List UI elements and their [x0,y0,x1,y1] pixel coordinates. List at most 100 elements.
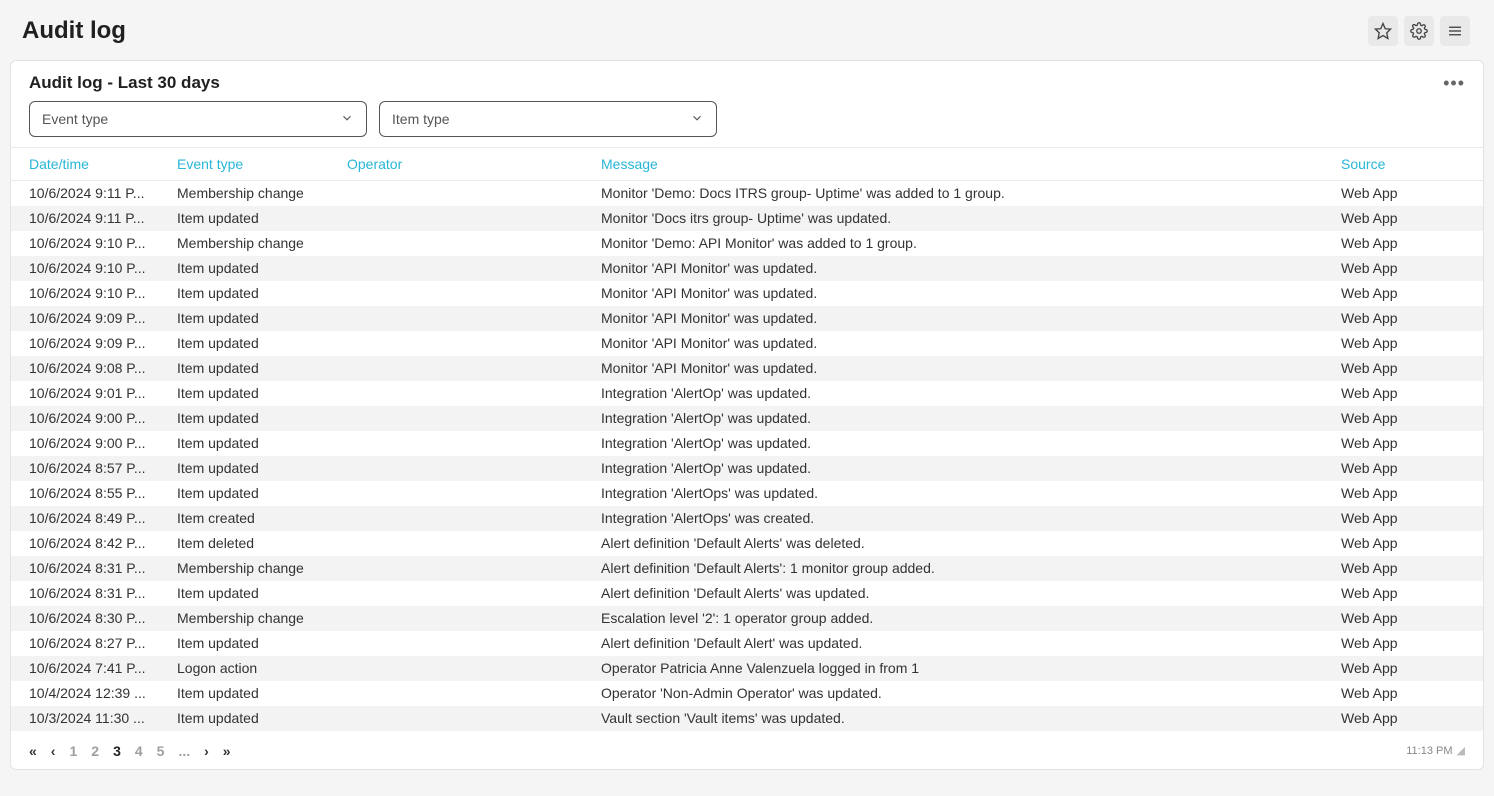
cell-message: Escalation level '2': 1 operator group a… [583,606,1323,631]
event-type-filter[interactable]: Event type [29,101,367,137]
cell-event: Item updated [159,456,329,481]
cell-datetime: 10/6/2024 8:57 P... [11,456,159,481]
table-row[interactable]: 10/6/2024 8:31 P...Item updatedAlert def… [11,581,1483,606]
table-row[interactable]: 10/6/2024 9:08 P...Item updatedMonitor '… [11,356,1483,381]
cell-datetime: 10/6/2024 8:42 P... [11,531,159,556]
cell-message: Vault section 'Vault items' was updated. [583,706,1323,731]
cell-source: Web App [1323,506,1483,531]
page-first[interactable]: « [29,743,37,759]
table-row[interactable]: 10/6/2024 7:41 P...Logon actionOperator … [11,656,1483,681]
item-type-filter[interactable]: Item type [379,101,717,137]
cell-source: Web App [1323,531,1483,556]
cell-datetime: 10/6/2024 8:49 P... [11,506,159,531]
table-row[interactable]: 10/6/2024 8:42 P...Item deletedAlert def… [11,531,1483,556]
cell-datetime: 10/6/2024 9:00 P... [11,431,159,456]
cell-source: Web App [1323,606,1483,631]
page-2[interactable]: 2 [91,743,99,759]
cell-message: Monitor 'Demo: Docs ITRS group- Uptime' … [583,181,1323,206]
cell-message: Alert definition 'Default Alert' was upd… [583,631,1323,656]
cell-operator [329,456,583,481]
settings-button[interactable] [1404,16,1434,46]
cell-event: Item updated [159,581,329,606]
cell-datetime: 10/6/2024 8:27 P... [11,631,159,656]
column-header-operator[interactable]: Operator [329,148,583,181]
cell-message: Operator 'Non-Admin Operator' was update… [583,681,1323,706]
cell-event: Item updated [159,631,329,656]
cell-operator [329,706,583,731]
table-row[interactable]: 10/3/2024 11:30 ...Item updatedVault sec… [11,706,1483,731]
cell-message: Monitor 'API Monitor' was updated. [583,331,1323,356]
cell-source: Web App [1323,406,1483,431]
cell-event: Item deleted [159,531,329,556]
page-next[interactable]: › [204,743,209,759]
table-row[interactable]: 10/6/2024 8:30 P...Membership changeEsca… [11,606,1483,631]
table-row[interactable]: 10/6/2024 9:10 P...Item updatedMonitor '… [11,281,1483,306]
table-row[interactable]: 10/6/2024 9:00 P...Item updatedIntegrati… [11,431,1483,456]
table-row[interactable]: 10/6/2024 9:01 P...Item updatedIntegrati… [11,381,1483,406]
cell-message: Integration 'AlertOp' was updated. [583,381,1323,406]
page-last[interactable]: » [223,743,231,759]
page-1[interactable]: 1 [69,743,77,759]
pagination: « ‹ 12345... › » [29,743,231,759]
cell-operator [329,231,583,256]
top-actions [1368,16,1470,46]
column-header-source[interactable]: Source [1323,148,1483,181]
table-row[interactable]: 10/6/2024 8:49 P...Item createdIntegrati… [11,506,1483,531]
cell-event: Item updated [159,406,329,431]
table-row[interactable]: 10/6/2024 8:31 P...Membership changeAler… [11,556,1483,581]
table-row[interactable]: 10/6/2024 9:11 P...Membership changeMoni… [11,181,1483,206]
cell-source: Web App [1323,456,1483,481]
chevron-down-icon [690,111,704,128]
cell-operator [329,206,583,231]
cell-source: Web App [1323,706,1483,731]
page-5[interactable]: 5 [157,743,165,759]
cell-datetime: 10/4/2024 12:39 ... [11,681,159,706]
cell-operator [329,256,583,281]
panel-menu-button[interactable]: ••• [1443,74,1465,92]
favorite-button[interactable] [1368,16,1398,46]
cell-source: Web App [1323,231,1483,256]
cell-operator [329,481,583,506]
column-header-datetime[interactable]: Date/time [11,148,159,181]
cell-datetime: 10/6/2024 9:08 P... [11,356,159,381]
page-prev[interactable]: ‹ [51,743,56,759]
table-row[interactable]: 10/6/2024 8:55 P...Item updatedIntegrati… [11,481,1483,506]
table-row[interactable]: 10/4/2024 12:39 ...Item updatedOperator … [11,681,1483,706]
cell-datetime: 10/6/2024 9:11 P... [11,206,159,231]
cell-source: Web App [1323,431,1483,456]
cell-source: Web App [1323,681,1483,706]
cell-event: Item updated [159,281,329,306]
table-row[interactable]: 10/6/2024 9:11 P...Item updatedMonitor '… [11,206,1483,231]
resize-handle-icon[interactable]: ◢ [1453,744,1465,757]
table-row[interactable]: 10/6/2024 9:10 P...Membership changeMoni… [11,231,1483,256]
cell-source: Web App [1323,381,1483,406]
table-row[interactable]: 10/6/2024 9:10 P...Item updatedMonitor '… [11,256,1483,281]
table-row[interactable]: 10/6/2024 9:09 P...Item updatedMonitor '… [11,331,1483,356]
table-row[interactable]: 10/6/2024 8:27 P...Item updated Alert def… [11,631,1483,656]
cell-datetime: 10/6/2024 9:09 P... [11,331,159,356]
cell-event: Item updated [159,206,329,231]
page-3[interactable]: 3 [113,743,121,759]
table-row[interactable]: 10/6/2024 9:00 P...Item updatedIntegrati… [11,406,1483,431]
cell-message: Monitor 'API Monitor' was updated. [583,256,1323,281]
cell-message: Operator Patricia Anne Valenzuela logged… [583,656,1323,681]
cell-datetime: 10/6/2024 9:00 P... [11,406,159,431]
cell-source: Web App [1323,631,1483,656]
cell-message: Alert definition 'Default Alerts' was up… [583,581,1323,606]
page-4[interactable]: 4 [135,743,143,759]
cell-source: Web App [1323,356,1483,381]
chevron-down-icon [340,111,354,128]
column-header-message[interactable]: Message [583,148,1323,181]
table-row[interactable]: 10/6/2024 9:09 P...Item updatedMonitor '… [11,306,1483,331]
page-...[interactable]: ... [178,743,190,759]
cell-event: Item updated [159,306,329,331]
cell-operator [329,281,583,306]
column-header-event-type[interactable]: Event type [159,148,329,181]
cell-source: Web App [1323,331,1483,356]
cell-source: Web App [1323,656,1483,681]
cell-message: Monitor 'API Monitor' was updated. [583,306,1323,331]
cell-operator [329,381,583,406]
cell-source: Web App [1323,556,1483,581]
menu-button[interactable] [1440,16,1470,46]
table-row[interactable]: 10/6/2024 8:57 P...Item updatedIntegrati… [11,456,1483,481]
